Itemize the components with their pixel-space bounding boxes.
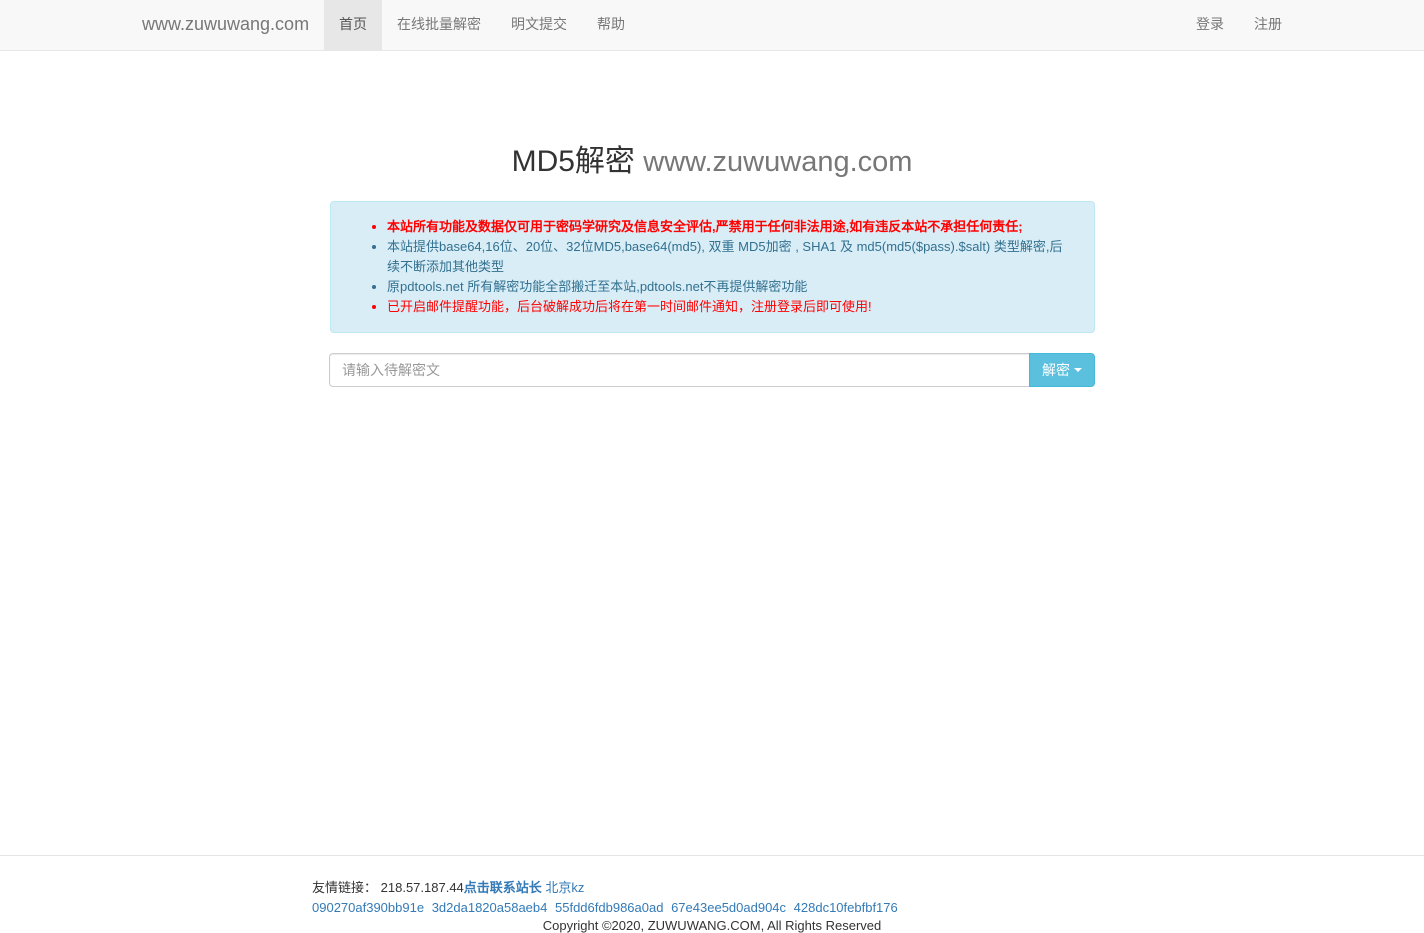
notice-item-migration: 原pdtools.net 所有解密功能全部搬迁至本站,pdtools.net不再… [387,277,1074,297]
site-brand-link[interactable]: www.zuwuwang.com [142,14,309,35]
decrypt-button-label: 解密 [1042,363,1070,379]
register-link[interactable]: 注册 [1239,0,1297,50]
hash-links: 090270af390bb91e 3d2da1820a58aeb4 55fdd6… [312,898,902,918]
friend-link-beijing[interactable]: 北京kz [545,880,584,895]
notice-alert: 本站所有功能及数据仅可用于密码学研究及信息安全评估,严禁用于任何非法用途,如有违… [330,201,1095,333]
page-footer: 友情链接： 218.57.187.44点击联系站长 北京kz 090270af3… [0,855,1424,933]
hash-link[interactable]: 3d2da1820a58aeb4 [432,900,548,915]
nav-item-help[interactable]: 帮助 [582,0,640,50]
notice-item-supported-types: 本站提供base64,16位、20位、32位MD5,base64(md5), 双… [387,237,1074,277]
page-title-sub: www.zuwuwang.com [643,146,913,178]
hash-link[interactable]: 428dc10febfbf176 [794,900,898,915]
ciphertext-input[interactable] [329,353,1029,387]
nav-item-batch-decrypt[interactable]: 在线批量解密 [382,0,496,50]
decrypt-input-group: 解密 [329,353,1095,387]
notice-list: 本站所有功能及数据仅可用于密码学研究及信息安全评估,严禁用于任何非法用途,如有违… [331,202,1094,317]
notice-item-email-reminder: 已开启邮件提醒功能，后台破解成功后将在第一时间邮件通知，注册登录后即可使用! [387,297,1074,317]
caret-down-icon [1074,368,1082,372]
account-nav: 登录 注册 [1181,0,1297,50]
main-nav: 首页 在线批量解密 明文提交 帮助 [324,0,640,50]
page-title-main: MD5解密 [511,145,635,178]
login-link[interactable]: 登录 [1181,0,1239,50]
decrypt-dropdown-button[interactable]: 解密 [1029,353,1095,387]
friend-links-label: 友情链接： [312,880,378,895]
hash-link[interactable]: 67e43ee5d0ad904c [671,900,786,915]
contact-admin-link[interactable]: 点击联系站长 [464,880,542,895]
hash-link[interactable]: 55fdd6fdb986a0ad [555,900,663,915]
nav-item-submit-plaintext[interactable]: 明文提交 [496,0,582,50]
notice-item-disclaimer: 本站所有功能及数据仅可用于密码学研究及信息安全评估,严禁用于任何非法用途,如有违… [387,217,1074,237]
nav-item-home[interactable]: 首页 [324,0,382,50]
top-navbar: www.zuwuwang.com 首页 在线批量解密 明文提交 帮助 登录 注册 [0,0,1424,51]
copyright-text: Copyright ©2020, ZUWUWANG.COM, All Right… [542,918,882,933]
visitor-ip: 218.57.187.44 [380,880,464,895]
friend-links: 友情链接： 218.57.187.44点击联系站长 北京kz 090270af3… [312,878,902,918]
hash-link[interactable]: 090270af390bb91e [312,900,424,915]
page-title: MD5解密 www.zuwuwang.com [0,136,1424,180]
